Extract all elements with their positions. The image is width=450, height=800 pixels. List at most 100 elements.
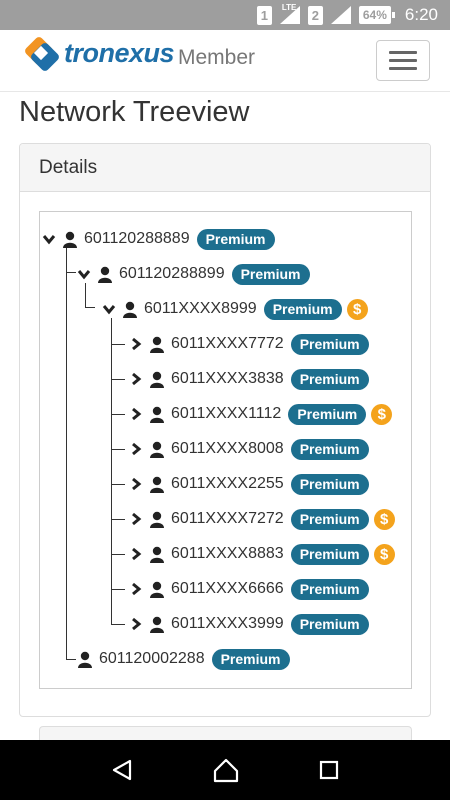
chevron-right-icon[interactable]	[129, 477, 143, 491]
tree-node-level3[interactable]: 6011XXXX6666 Premium	[129, 577, 369, 601]
tree-line	[66, 659, 76, 660]
hamburger-bar	[389, 51, 417, 54]
premium-badge: Premium	[290, 368, 369, 390]
tree-node-level3[interactable]: 6011XXXX8008 Premium	[129, 437, 369, 461]
premium-badge: Premium	[290, 438, 369, 460]
tree-line	[111, 344, 125, 345]
logo-icon	[25, 37, 59, 71]
tree-line	[111, 624, 125, 625]
chevron-right-icon[interactable]	[129, 442, 143, 456]
signal-icon-2	[330, 6, 351, 24]
user-icon	[63, 231, 77, 248]
tree-line	[111, 449, 125, 450]
node-id: 6011XXXX7772	[171, 335, 284, 352]
premium-badge: Premium	[231, 263, 310, 285]
home-icon[interactable]	[213, 757, 239, 783]
tree-line	[66, 248, 67, 660]
android-nav-bar	[0, 740, 450, 800]
logo-text: tronexus	[64, 37, 175, 68]
node-id: 6011XXXX2255	[171, 475, 284, 492]
menu-toggle-button[interactable]	[376, 40, 430, 81]
node-id: 6011XXXX7272	[171, 510, 284, 527]
node-id: 601120002288	[99, 650, 205, 667]
chevron-right-icon[interactable]	[129, 512, 143, 526]
page-title: Network Treeview	[19, 96, 250, 128]
sim1-icon: 1	[256, 5, 272, 25]
tree-line	[111, 519, 125, 520]
chevron-right-icon[interactable]	[129, 372, 143, 386]
premium-badge: Premium	[288, 403, 367, 425]
tree-node-level3[interactable]: 6011XXXX2255 Premium	[129, 472, 369, 496]
user-icon	[150, 406, 164, 423]
signal-icon: LTE	[279, 3, 300, 24]
user-icon	[150, 616, 164, 633]
recents-icon[interactable]	[318, 759, 340, 781]
status-bar: 1 LTE 2 64% 6:20	[0, 0, 450, 30]
chevron-down-icon[interactable]	[102, 302, 116, 316]
dollar-icon: $	[373, 508, 395, 530]
node-id: 6011XXXX3999	[171, 615, 284, 632]
tree-node-level3[interactable]: 6011XXXX3999 Premium	[129, 612, 369, 636]
user-icon	[78, 651, 92, 668]
dollar-icon: $	[373, 543, 395, 565]
node-id: 6011XXXX8999	[144, 300, 257, 317]
logo[interactable]: tronexus	[22, 34, 175, 72]
node-id: 6011XXXX8883	[171, 545, 284, 562]
premium-badge: Premium	[290, 578, 369, 600]
tree-line	[111, 589, 125, 590]
premium-badge: Premium	[290, 333, 369, 355]
node-id: 6011XXXX6666	[171, 580, 284, 597]
tree-line	[111, 554, 125, 555]
tree-node-level1[interactable]: 601120002288 Premium	[77, 647, 290, 671]
hamburger-bar	[389, 59, 417, 62]
tree-node-level3[interactable]: 6011XXXX1112 Premium $	[129, 402, 393, 426]
hamburger-bar	[389, 67, 417, 70]
tree-node-level2[interactable]: 6011XXXX8999 Premium $	[102, 297, 368, 321]
clock: 6:20	[404, 5, 438, 24]
brand-subtitle: Member	[178, 46, 256, 69]
back-icon[interactable]	[110, 758, 134, 782]
node-id: 6011XXXX8008	[171, 440, 284, 457]
user-icon	[150, 336, 164, 353]
tree-line	[85, 283, 86, 308]
tree-node-level3[interactable]: 6011XXXX3838 Premium	[129, 367, 369, 391]
battery-icon: 64%	[358, 6, 395, 24]
tree-line	[85, 307, 95, 308]
premium-badge: Premium	[263, 298, 342, 320]
node-id: 601120288889	[84, 230, 190, 247]
tree-line	[111, 414, 125, 415]
tree-node-level3[interactable]: 6011XXXX8883 Premium $	[129, 542, 395, 566]
chevron-right-icon[interactable]	[129, 617, 143, 631]
tree-node-root[interactable]: 601120288889 Premium	[42, 227, 275, 251]
chevron-right-icon[interactable]	[129, 337, 143, 351]
user-icon	[150, 581, 164, 598]
premium-badge: Premium	[290, 508, 369, 530]
user-icon	[150, 476, 164, 493]
node-id: 6011XXXX3838	[171, 370, 284, 387]
tree-line	[111, 484, 125, 485]
details-panel: Details 601120288889 Premium 60112028889…	[19, 143, 431, 717]
chevron-right-icon[interactable]	[129, 547, 143, 561]
tree-container: 601120288889 Premium 601120288899 Premiu…	[39, 211, 412, 689]
user-icon	[98, 266, 112, 283]
user-icon	[150, 546, 164, 563]
premium-badge: Premium	[290, 613, 369, 635]
user-icon	[123, 301, 137, 318]
dollar-icon: $	[346, 298, 368, 320]
chevron-right-icon[interactable]	[129, 407, 143, 421]
tree-line	[111, 318, 112, 625]
premium-badge: Premium	[211, 648, 290, 670]
chevron-down-icon[interactable]	[77, 267, 91, 281]
sim2-icon: 2	[307, 5, 323, 25]
tree-node-level3[interactable]: 6011XXXX7772 Premium	[129, 332, 369, 356]
panel-heading: Details	[20, 144, 430, 192]
chevron-right-icon[interactable]	[129, 582, 143, 596]
node-id: 601120288899	[119, 265, 225, 282]
chevron-down-icon[interactable]	[42, 232, 56, 246]
tree-node-level1[interactable]: 601120288899 Premium	[77, 262, 310, 286]
tree-node-level3[interactable]: 6011XXXX7272 Premium $	[129, 507, 395, 531]
premium-badge: Premium	[290, 473, 369, 495]
user-icon	[150, 371, 164, 388]
user-icon	[150, 511, 164, 528]
user-icon	[150, 441, 164, 458]
